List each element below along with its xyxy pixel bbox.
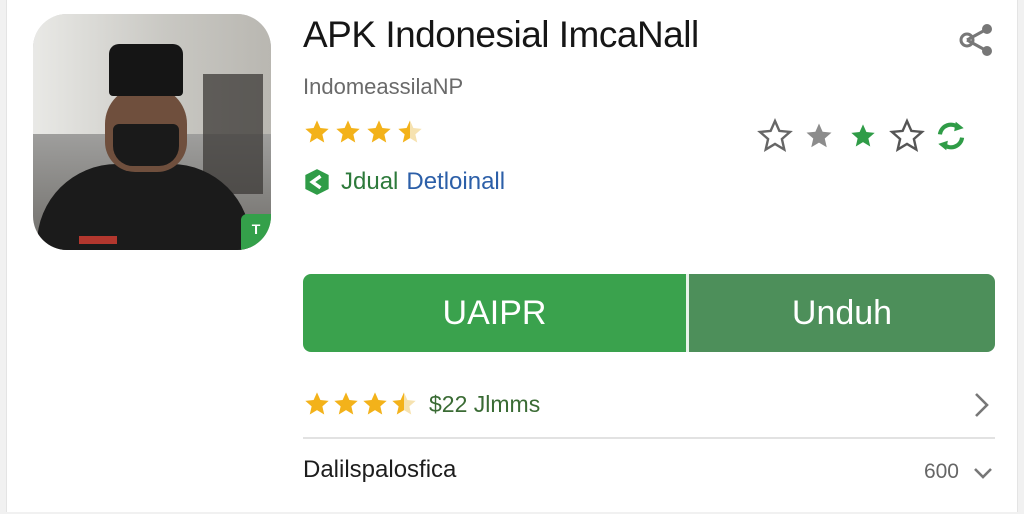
info-label: Dalilspalosfica	[303, 456, 457, 483]
star-filled-icon	[363, 392, 387, 415]
info-value: 600	[923, 460, 959, 483]
detail-link-label-1: Jdual	[341, 168, 399, 195]
chevron-down-icon[interactable]	[971, 462, 995, 484]
share-icon[interactable]	[957, 22, 997, 58]
app-title: APK Indonesial ImcaNall	[303, 14, 699, 55]
star-outline-icon[interactable]	[887, 116, 927, 156]
primary-button[interactable]: UAIPR	[303, 274, 689, 352]
action-icons	[755, 116, 975, 156]
icon-person-badge	[79, 236, 117, 244]
star-filled-icon	[305, 392, 329, 415]
divider	[303, 437, 995, 439]
icon-person-cap	[109, 44, 183, 96]
detail-link-label-2: Detloinall	[406, 168, 506, 195]
rating-stars	[303, 118, 427, 146]
app-icon[interactable]: T	[33, 14, 271, 250]
star-outline-icon[interactable]	[755, 116, 795, 156]
star-half-icon	[398, 120, 422, 143]
star-gray-icon[interactable]	[799, 116, 839, 156]
detail-link[interactable]: Jdual Detloinall	[303, 168, 505, 196]
star-filled-icon	[334, 392, 358, 415]
star-filled-icon	[336, 120, 360, 143]
action-buttons: UAIPR Unduh	[303, 274, 995, 352]
star-filled-icon	[305, 120, 329, 143]
reviews-count: $22 Jlmms	[429, 390, 541, 417]
star-filled-icon	[367, 120, 391, 143]
chevron-right-icon[interactable]	[971, 388, 993, 422]
icon-person-mask	[113, 124, 179, 166]
reviews-stars	[303, 390, 419, 418]
app-detail-card: T APK Indonesial ImcaNall IndomeassilaNP	[6, 0, 1018, 512]
info-row[interactable]: Dalilspalosfica 600	[303, 456, 995, 492]
star-green-icon[interactable]	[843, 116, 883, 156]
refresh-icon[interactable]	[931, 116, 971, 156]
truncated-text-line	[303, 502, 733, 514]
star-half-icon	[392, 392, 416, 415]
detail-badge-icon	[303, 168, 331, 196]
icon-corner-badge: T	[241, 214, 271, 250]
reviews-row[interactable]: $22 Jlmms	[303, 384, 995, 424]
download-button[interactable]: Unduh	[689, 274, 995, 352]
developer-name[interactable]: IndomeassilaNP	[303, 74, 463, 100]
